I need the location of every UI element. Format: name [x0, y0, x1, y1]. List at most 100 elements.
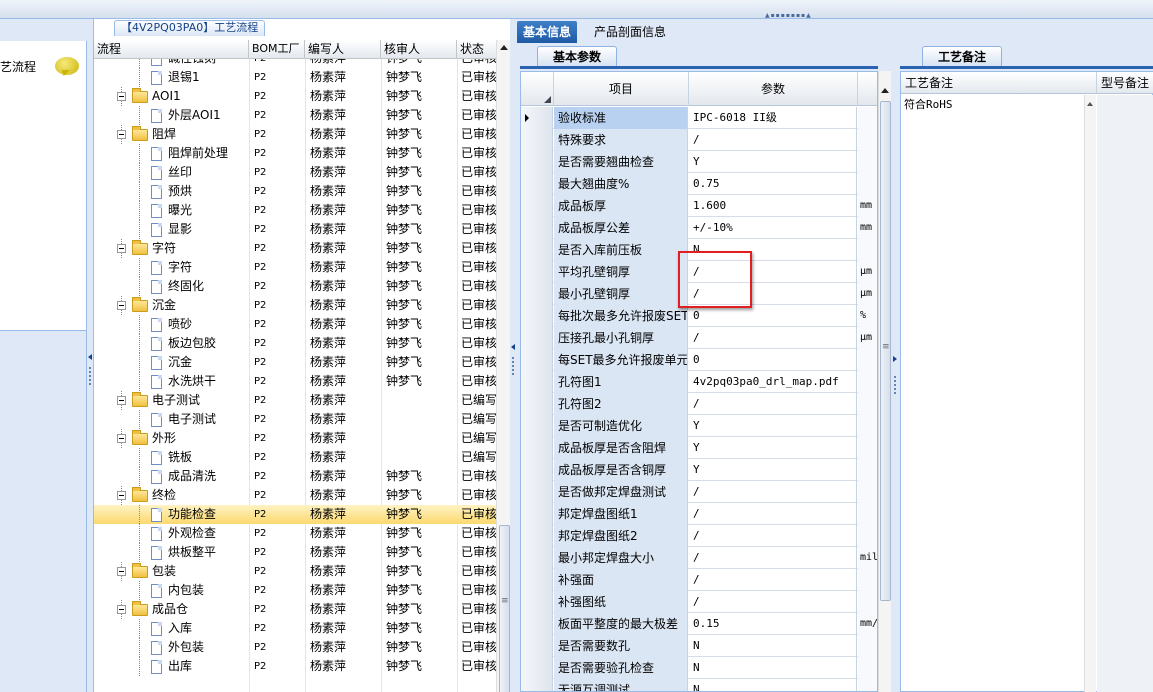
row-header[interactable]	[521, 591, 553, 613]
collapse-icon[interactable]	[117, 130, 126, 139]
tree-row[interactable]: 出库 P2 杨素萍 钟梦飞 已审核	[94, 657, 496, 676]
scroll-thumb[interactable]	[499, 525, 510, 692]
splitter-handle-icon[interactable]	[894, 376, 896, 396]
tree-row[interactable]: 曝光 P2 杨素萍 钟梦飞 已审核	[94, 201, 496, 220]
scroll-up-icon[interactable]	[881, 88, 889, 93]
row-header[interactable]	[521, 327, 553, 349]
tree-row[interactable]: 丝印 P2 杨素萍 钟梦飞 已审核	[94, 163, 496, 182]
param-row[interactable]: 最大翘曲度% 0.75	[521, 173, 877, 195]
tree-row[interactable]: 外层AOI1 P2 杨素萍 钟梦飞 已审核	[94, 106, 496, 125]
param-value[interactable]: /	[689, 569, 857, 591]
param-value[interactable]: /	[689, 481, 857, 503]
param-value[interactable]: 4v2pq03pa0_drl_map.pdf	[689, 371, 857, 393]
param-row[interactable]: 板面平整度的最大极差0.15mm/:	[521, 613, 877, 635]
process-note-text[interactable]: 符合RoHS	[904, 96, 953, 112]
model-note-area[interactable]	[1097, 95, 1153, 692]
param-row[interactable]: 是否需要验孔检查 N	[521, 657, 877, 679]
splitter-handle-icon[interactable]	[89, 367, 91, 387]
row-header[interactable]	[521, 415, 553, 437]
param-row[interactable]: 成品板厚是否含阻焊 Y	[521, 437, 877, 459]
row-header[interactable]	[521, 217, 553, 239]
collapse-icon[interactable]	[117, 301, 126, 310]
col-reviewer[interactable]: 核审人	[381, 40, 457, 59]
param-value[interactable]: IPC-6018 II级	[689, 107, 857, 129]
tree-row[interactable]: 功能检查 P2 杨素萍 钟梦飞 已审核	[94, 505, 496, 524]
col-process-note[interactable]: 工艺备注	[901, 72, 1097, 94]
row-header[interactable]	[521, 173, 553, 195]
param-value[interactable]: Y	[689, 437, 857, 459]
param-value[interactable]: N	[689, 635, 857, 657]
scroll-up-icon[interactable]	[1087, 102, 1093, 106]
tree-row[interactable]: 阻焊前处理 P2 杨素萍 钟梦飞 已审核	[94, 144, 496, 163]
param-value[interactable]: N	[689, 657, 857, 679]
collapse-icon[interactable]	[117, 605, 126, 614]
row-header[interactable]	[521, 481, 553, 503]
row-header[interactable]	[521, 261, 553, 283]
param-value[interactable]: N	[689, 679, 857, 691]
param-row[interactable]: 补强图纸 /	[521, 591, 877, 613]
collapse-icon[interactable]	[117, 92, 126, 101]
tree-row[interactable]: 铣板 P2 杨素萍 已编写	[94, 448, 496, 467]
param-row[interactable]: 邦定焊盘图纸1/	[521, 503, 877, 525]
param-row[interactable]: 特殊要求 /	[521, 129, 877, 151]
param-value[interactable]: +/-10%	[689, 217, 857, 239]
tree-row[interactable]: 字符 P2 杨素萍 钟梦飞 已审核	[94, 239, 496, 258]
right-splitter[interactable]	[892, 46, 899, 692]
tree-row[interactable]: 沉金 P2 杨素萍 钟梦飞 已审核	[94, 353, 496, 372]
param-row[interactable]: 成品板厚是否含铜厚 Y	[521, 459, 877, 481]
collapse-right-arrow-icon[interactable]	[893, 356, 897, 362]
splitter-grip-icon[interactable]: ▲▪▪▪▪▪▪▪▲	[765, 12, 812, 19]
tree-row[interactable]: 外形 P2 杨素萍 已编写	[94, 429, 496, 448]
collapse-icon[interactable]	[117, 244, 126, 253]
row-header[interactable]	[521, 635, 553, 657]
collapse-icon[interactable]	[117, 396, 126, 405]
col-status[interactable]: 状态	[457, 40, 496, 59]
param-value[interactable]: 0	[689, 349, 857, 371]
row-header[interactable]	[521, 129, 553, 151]
tree-row[interactable]: 板边包胶 P2 杨素萍 钟梦飞 已审核	[94, 334, 496, 353]
tab-profile-info[interactable]: 产品剖面信息	[588, 21, 672, 43]
param-row[interactable]: 补强面 /	[521, 569, 877, 591]
param-row[interactable]: 孔符图2/	[521, 393, 877, 415]
param-value[interactable]: 0.15	[689, 613, 857, 635]
param-row[interactable]: 是否需要翘曲检查 Y	[521, 151, 877, 173]
row-header[interactable]	[521, 239, 553, 261]
tree-row[interactable]: 成品仓 P2 杨素萍 钟梦飞 已审核	[94, 600, 496, 619]
collapse-icon[interactable]	[117, 434, 126, 443]
param-value[interactable]: Y	[689, 415, 857, 437]
tree-scrollbar[interactable]	[496, 40, 511, 692]
tree-row[interactable]: 电子测试 P2 杨素萍 已编写	[94, 391, 496, 410]
col-model-note[interactable]: 型号备注	[1097, 72, 1153, 94]
tree-row[interactable]: AOI1 P2 杨素萍 钟梦飞 已审核	[94, 87, 496, 106]
tree-row[interactable]: 终固化 P2 杨素萍 钟梦飞 已审核	[94, 277, 496, 296]
tree-row[interactable]: 入库 P2 杨素萍 钟梦飞 已审核	[94, 619, 496, 638]
param-value[interactable]: Y	[689, 151, 857, 173]
scroll-up-icon[interactable]	[500, 45, 508, 50]
param-row[interactable]: 成品板厚 1.600 mm	[521, 195, 877, 217]
row-header[interactable]	[521, 525, 553, 547]
tab-basic-params[interactable]: 基本参数	[537, 46, 617, 66]
tree-row[interactable]: 电子测试 P2 杨素萍 已编写	[94, 410, 496, 429]
param-value[interactable]: /	[689, 503, 857, 525]
splitter-handle-icon[interactable]	[512, 357, 514, 377]
tree-row[interactable]: 碱性蚀刻 P2 杨素萍钟梦飞已审核	[94, 59, 496, 68]
tree-row[interactable]: 成品清洗 P2 杨素萍 钟梦飞 已审核	[94, 467, 496, 486]
col-writer[interactable]: 编写人	[305, 40, 381, 59]
param-row[interactable]: 孔符图1 4v2pq03pa0_drl_map.pdf	[521, 371, 877, 393]
col-param[interactable]: 参数	[689, 72, 858, 106]
nav-item-process-flow[interactable]: 艺流程	[0, 55, 86, 79]
param-row[interactable]: 每批次最多允许报废SET 0%	[521, 305, 877, 327]
tree-row[interactable]: 字符 P2 杨素萍 钟梦飞 已审核	[94, 258, 496, 277]
tree-row[interactable]: 沉金 P2 杨素萍 钟梦飞 已审核	[94, 296, 496, 315]
param-value[interactable]: 0.75	[689, 173, 857, 195]
param-value[interactable]: /	[689, 129, 857, 151]
row-header[interactable]	[521, 283, 553, 305]
row-header[interactable]	[521, 437, 553, 459]
notes-scrollbar[interactable]	[1084, 95, 1096, 692]
tree-row[interactable]: 终检 P2 杨素萍 钟梦飞 已审核	[94, 486, 496, 505]
row-header[interactable]	[521, 151, 553, 173]
current-row-indicator-icon[interactable]	[521, 107, 553, 129]
tree-row[interactable]: 外观检查 P2 杨素萍 钟梦飞 已审核	[94, 524, 496, 543]
row-header[interactable]	[521, 569, 553, 591]
grid-corner[interactable]	[521, 72, 554, 106]
